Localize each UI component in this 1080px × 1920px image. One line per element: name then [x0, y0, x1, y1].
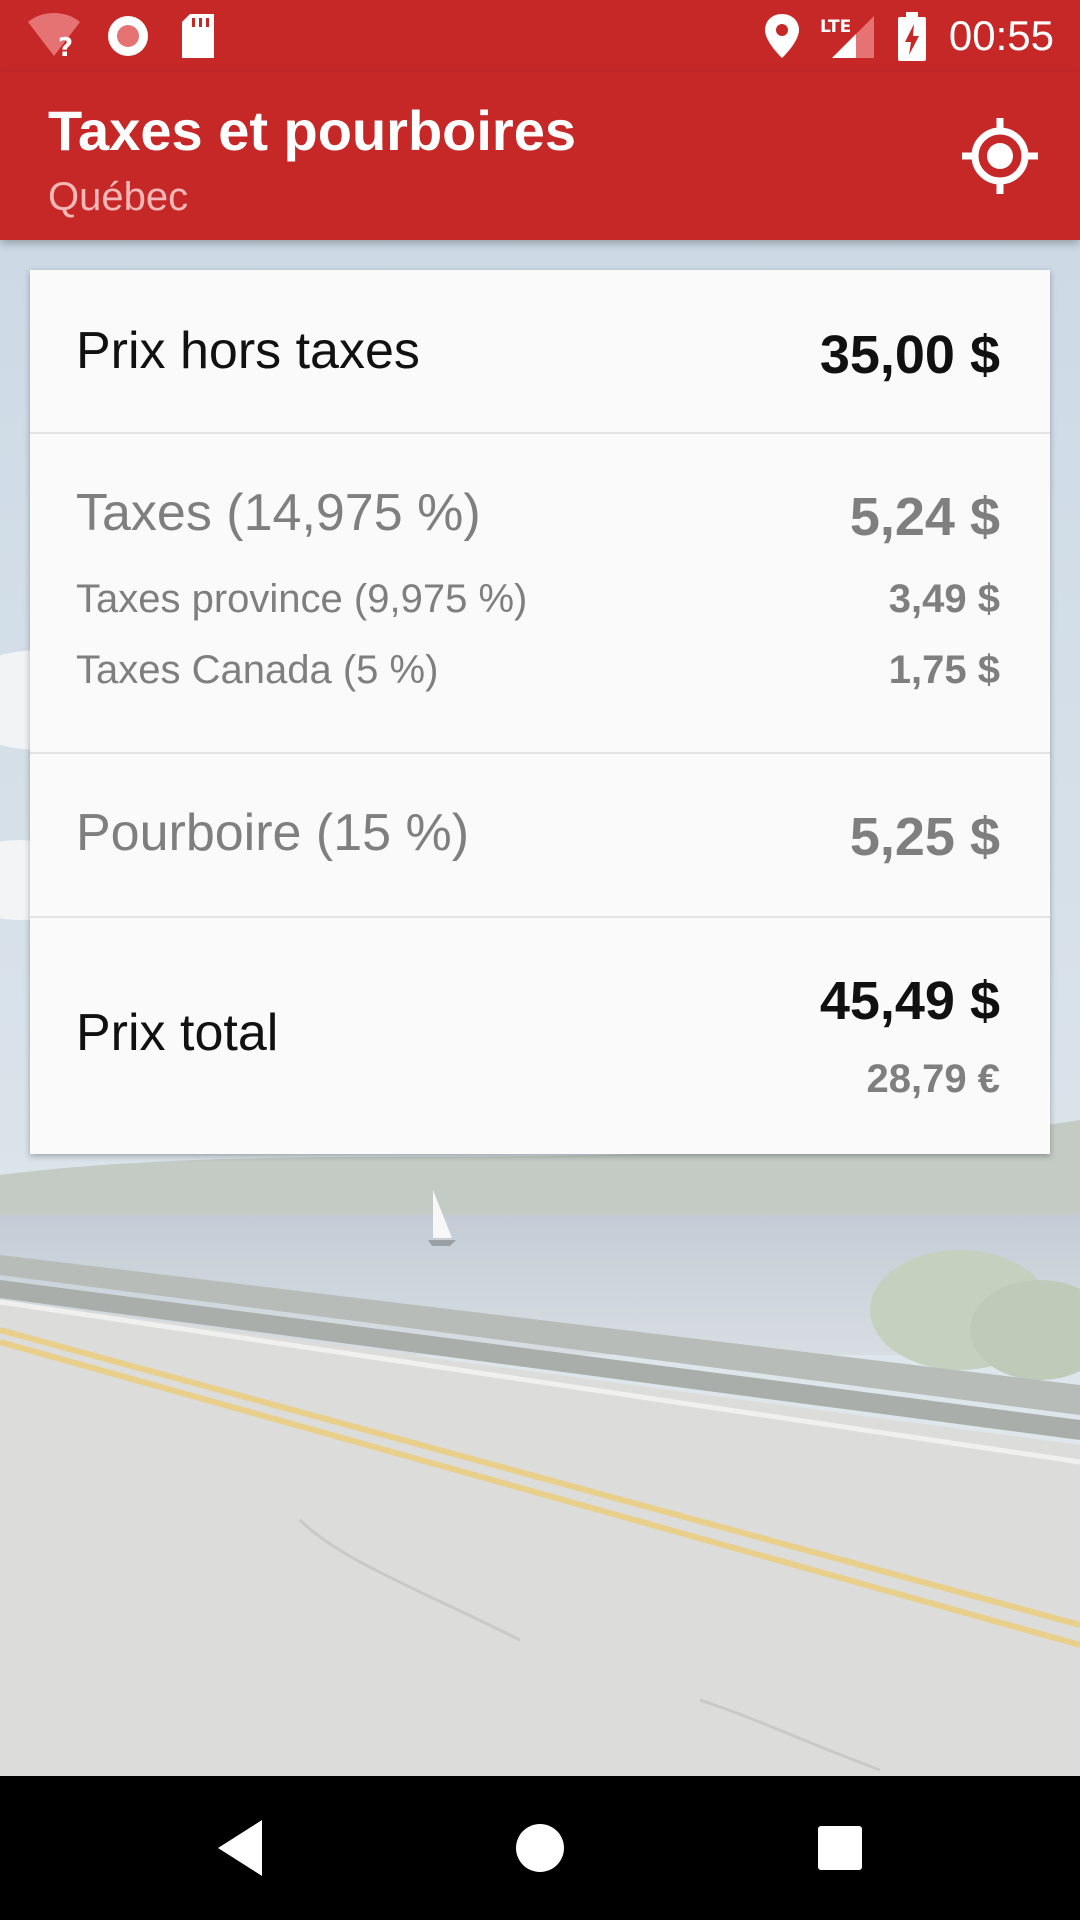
- result-card: Prix hors taxes 35,00 $ Taxes (14,975 %)…: [30, 270, 1050, 1154]
- total-value-eur: 28,79 €: [866, 1057, 1000, 1101]
- back-icon[interactable]: [196, 1804, 284, 1892]
- sd-card-icon: [178, 12, 218, 65]
- taxes-label: Taxes (14,975 %): [76, 484, 481, 542]
- app-title: Taxes et pourboires: [48, 99, 577, 162]
- wifi-unknown-icon: ?: [26, 12, 82, 65]
- province-tax-label: Taxes province (9,975 %): [76, 577, 528, 621]
- home-icon[interactable]: [496, 1804, 584, 1892]
- price-section[interactable]: Prix hors taxes 35,00 $: [30, 270, 1050, 434]
- status-clock: 00:55: [948, 12, 1054, 59]
- screen: ? LTE 00:55 Taxes et pourboires Québec P…: [0, 0, 1080, 1920]
- province-tax-value: 3,49 $: [888, 577, 1000, 621]
- gps-locate-icon[interactable]: [958, 114, 1042, 198]
- lte-label: LTE: [820, 17, 851, 37]
- price-label: Prix hors taxes: [76, 322, 420, 380]
- tip-section[interactable]: Pourboire (15 %) 5,25 $: [30, 754, 1050, 918]
- tip-value: 5,25 $: [849, 807, 1000, 867]
- total-value: 45,49 $: [819, 971, 1000, 1031]
- canada-tax-value: 1,75 $: [888, 648, 1000, 692]
- svg-text:?: ?: [58, 33, 73, 60]
- region-subtitle[interactable]: Québec: [48, 172, 188, 222]
- navigation-bar: [0, 1776, 1080, 1920]
- taxes-value: 5,24 $: [849, 487, 1000, 547]
- app-toolbar: Taxes et pourboires Québec: [0, 72, 1080, 240]
- record-icon: [104, 12, 152, 65]
- lte-signal-icon: LTE: [820, 12, 876, 65]
- location-icon: [762, 12, 802, 65]
- tip-label: Pourboire (15 %): [76, 804, 470, 862]
- price-value[interactable]: 35,00 $: [820, 324, 1000, 386]
- taxes-section: Taxes (14,975 %) 5,24 $ Taxes province (…: [30, 434, 1050, 754]
- canada-tax-label: Taxes Canada (5 %): [76, 648, 439, 692]
- battery-charging-icon: [896, 12, 928, 67]
- total-label: Prix total: [76, 1004, 279, 1062]
- total-section: Prix total 45,49 $ 28,79 €: [30, 918, 1050, 1154]
- status-bar: ? LTE 00:55: [0, 0, 1080, 72]
- recents-icon[interactable]: [796, 1804, 884, 1892]
